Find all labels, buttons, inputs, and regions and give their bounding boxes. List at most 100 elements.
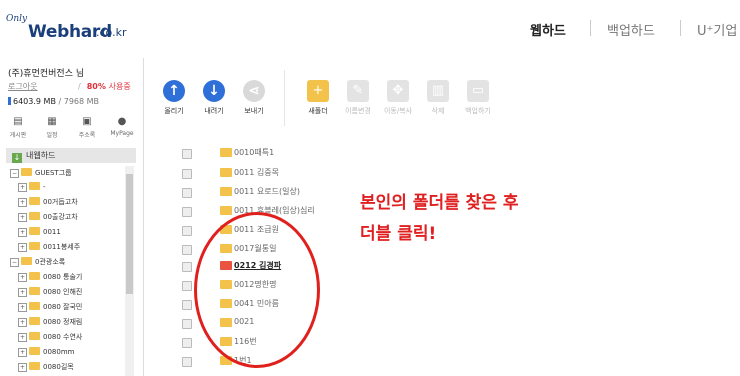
- pencil-icon: ✎: [347, 80, 369, 102]
- toolbar: ↑ 올리기 ↓ 내려기 ⋖ 보내기 + 새폴더 ✎ 이름변경 ✥ 이동/복사 ▥ 삭제 ▭ 백업…: [144, 58, 740, 145]
- tree-node[interactable]: +0080mm: [18, 346, 74, 358]
- toolbar-divider: [284, 70, 285, 126]
- row-checkbox[interactable]: [182, 245, 192, 255]
- share-icon: ⋖: [243, 80, 265, 102]
- new-folder-button[interactable]: + 새폴더: [298, 80, 338, 116]
- folder-icon: [21, 168, 32, 176]
- scrollbar-thumb[interactable]: [126, 174, 133, 294]
- mypage-link[interactable]: ● MyPage: [107, 116, 137, 137]
- row-checkbox[interactable]: [182, 300, 192, 310]
- logo-only: Only: [6, 14, 28, 24]
- usage-indicator: /80% 사용중: [78, 82, 131, 91]
- expand-icon: +: [18, 198, 27, 207]
- expand-icon: +: [18, 333, 27, 342]
- file-row[interactable]: 0010때특1: [144, 144, 740, 166]
- upload-button[interactable]: ↑ 올리기: [154, 80, 194, 116]
- nav-divider: [680, 20, 681, 36]
- download-button[interactable]: ↓ 내려기: [194, 80, 234, 116]
- row-checkbox[interactable]: [182, 207, 192, 217]
- tree-scrollbar[interactable]: [125, 166, 134, 376]
- expand-icon: +: [18, 183, 27, 192]
- file-name: 0011 요로드(일상): [234, 187, 300, 196]
- nav-backuphard[interactable]: 백업하드: [607, 20, 655, 39]
- collapse-icon: −: [10, 258, 19, 267]
- person-icon: ●: [117, 116, 127, 127]
- calendar-label: 일정: [46, 132, 58, 139]
- nav-webhard[interactable]: 웹하드: [530, 20, 566, 39]
- rename-button[interactable]: ✎ 이름변경: [338, 80, 378, 116]
- collapse-icon: −: [10, 169, 19, 178]
- tree-root[interactable]: ↓ 내웹하드: [6, 148, 136, 163]
- folder-icon: [220, 187, 232, 196]
- nav-divider: [590, 20, 591, 36]
- expand-icon: +: [18, 318, 27, 327]
- contacts-link[interactable]: ▣ 주소록: [72, 116, 102, 139]
- move-copy-button[interactable]: ✥ 이동/복사: [378, 80, 418, 116]
- tree-node[interactable]: − GUEST그룹: [10, 167, 72, 179]
- download-label: 내려기: [204, 107, 224, 115]
- folder-icon: [21, 257, 32, 265]
- row-checkbox[interactable]: [182, 281, 192, 291]
- download-tray-icon: ↓: [12, 153, 22, 163]
- row-checkbox[interactable]: [182, 226, 192, 236]
- tree-node[interactable]: +00출강고차: [18, 211, 78, 223]
- row-checkbox[interactable]: [182, 169, 192, 179]
- quota-bar-icon: [8, 97, 11, 105]
- rename-label: 이름변경: [345, 107, 371, 115]
- expand-icon: +: [18, 303, 27, 312]
- tree-node[interactable]: +0080길목: [18, 361, 74, 373]
- folder-icon: [29, 302, 40, 310]
- logout-link[interactable]: 로그아웃: [8, 81, 37, 92]
- file-name: 0010때특1: [234, 148, 275, 157]
- tree-node[interactable]: +0080 잘국민: [18, 301, 82, 313]
- quota-used: 6403.9 MB: [13, 97, 56, 106]
- tree-node[interactable]: +0011봉세주: [18, 241, 80, 253]
- annotation-line-1: 본인의 폴더를 찾은 후: [360, 193, 519, 213]
- tree-node[interactable]: +0080 정재림: [18, 316, 82, 328]
- folder-icon: [29, 182, 40, 190]
- row-checkbox[interactable]: [182, 188, 192, 198]
- row-checkbox[interactable]: [182, 357, 192, 367]
- row-checkbox[interactable]: [182, 149, 192, 159]
- folder-icon: [29, 347, 40, 355]
- tree-node[interactable]: +0080 수연사: [18, 331, 82, 343]
- folder-tree: ↓ 내웹하드 − GUEST그룹 + - +00거듭고차 +00출강고차 +0011 …: [0, 144, 144, 376]
- folder-icon: [220, 206, 232, 215]
- tree-node[interactable]: +0011: [18, 226, 61, 238]
- tree-root-label: 내웹하드: [26, 151, 56, 160]
- mypage-label: MyPage: [110, 130, 134, 137]
- send-button[interactable]: ⋖ 보내기: [234, 80, 274, 116]
- highlight-circle: [194, 212, 320, 368]
- row-checkbox[interactable]: [182, 338, 192, 348]
- trash-icon: ▥: [427, 80, 449, 102]
- delete-label: 삭제: [431, 107, 445, 115]
- expand-icon: +: [18, 363, 27, 372]
- board-link[interactable]: ▤ 게시판: [3, 116, 33, 139]
- contacts-label: 주소록: [78, 132, 96, 139]
- account-panel: (주)휴먼컨버전스 님 로그아웃 /80% 사용중 6403.9 MB / 79…: [0, 58, 144, 145]
- tree-node[interactable]: +00거듭고차: [18, 196, 78, 208]
- download-icon: ↓: [203, 80, 225, 102]
- calendar-icon: ▦: [47, 116, 57, 127]
- folder-icon: [29, 317, 40, 325]
- send-label: 보내기: [244, 107, 264, 115]
- hard-drive-icon: ▭: [467, 80, 489, 102]
- delete-button[interactable]: ▥ 삭제: [418, 80, 458, 116]
- row-checkbox[interactable]: [182, 262, 192, 272]
- backup-label: 백업하기: [465, 107, 491, 115]
- tree-node[interactable]: +0080 통술기: [18, 271, 82, 283]
- tree-node[interactable]: + -: [18, 181, 46, 193]
- calendar-link[interactable]: ▦ 일정: [37, 116, 67, 139]
- tree-node[interactable]: +0080 인해진: [18, 286, 82, 298]
- folder-icon: [29, 332, 40, 340]
- expand-icon: +: [18, 243, 27, 252]
- nav-uplus[interactable]: U⁺기업: [697, 20, 737, 39]
- expand-icon: +: [18, 348, 27, 357]
- backup-button[interactable]: ▭ 백업하기: [458, 80, 498, 116]
- tree-node[interactable]: −0관광소록: [10, 256, 65, 268]
- logo[interactable]: Only Webhard .co.kr: [6, 14, 166, 48]
- folder-icon: [29, 197, 40, 205]
- row-checkbox[interactable]: [182, 319, 192, 329]
- company-name: (주)휴먼컨버전스 님: [8, 69, 85, 79]
- upload-icon: ↑: [163, 80, 185, 102]
